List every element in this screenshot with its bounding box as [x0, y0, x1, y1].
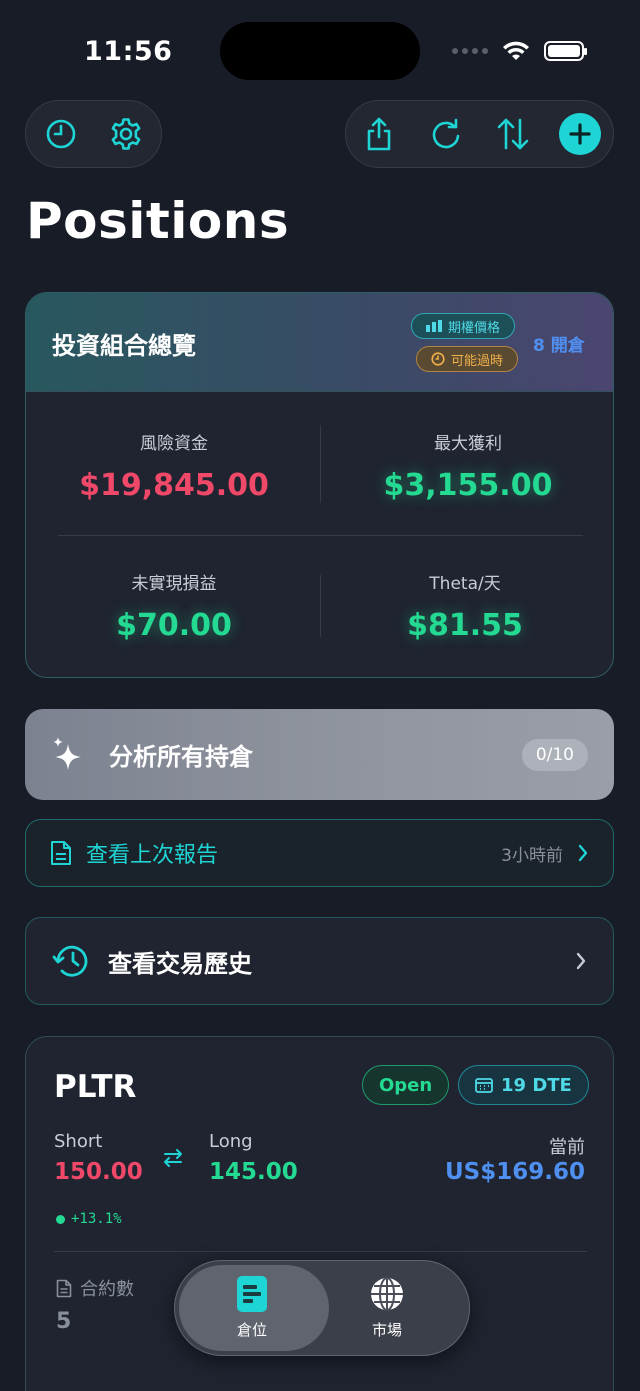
stats-row-divider — [58, 535, 583, 536]
capital-at-risk-stat: 風險資金 $19,845.00 — [44, 429, 304, 503]
gear-icon — [111, 118, 141, 150]
battery-icon — [544, 41, 587, 61]
wifi-icon — [503, 41, 529, 60]
price-change: +13.1% — [56, 1211, 122, 1227]
chevron-right-icon — [578, 844, 588, 862]
stale-clock-icon — [431, 352, 445, 366]
analyze-quota-badge: 0/10 — [521, 738, 588, 771]
add-position-button[interactable] — [559, 113, 601, 155]
short-strike-value: 150.00 — [54, 1159, 143, 1185]
refresh-icon — [432, 118, 460, 149]
theta-value: $81.55 — [407, 608, 523, 643]
document-icon — [51, 841, 71, 865]
history-clock-button[interactable] — [40, 113, 82, 155]
tab-positions[interactable]: 倉位 — [192, 1275, 312, 1340]
change-indicator-dot — [56, 1214, 65, 1224]
page-title: Positions — [26, 192, 290, 250]
dynamic-island — [220, 22, 420, 80]
cellular-signal-icon — [452, 48, 488, 54]
unrealized-pnl-stat: 未實現損益 $70.00 — [44, 569, 304, 643]
stat-label: Theta/天 — [429, 574, 501, 594]
contracts-label-text: 合約數 — [80, 1279, 134, 1300]
long-strike-value: 145.00 — [209, 1159, 298, 1185]
plus-icon — [569, 123, 591, 145]
view-trade-history-button[interactable]: 查看交易歷史 — [25, 917, 614, 1005]
share-icon — [367, 117, 391, 151]
history-icon — [52, 945, 88, 977]
globe-icon — [371, 1277, 403, 1311]
card-divider — [54, 1251, 587, 1252]
stat-label: 未實現損益 — [131, 574, 217, 594]
view-last-report-button[interactable]: 查看上次報告 3小時前 — [25, 819, 614, 887]
max-profit-stat: 最大獲利 $3,155.00 — [338, 429, 598, 503]
stale-warning-chip[interactable]: 可能過時 — [416, 346, 519, 372]
current-price-label: 當前 — [549, 1137, 585, 1158]
stat-label: 風險資金 — [140, 434, 208, 454]
stat-divider — [320, 425, 321, 503]
dte-badge: 19 DTE — [458, 1065, 589, 1105]
stat-label: 最大獲利 — [434, 434, 502, 454]
tab-bar: 倉位 市場 — [174, 1260, 470, 1356]
dte-label: 19 DTE — [501, 1074, 572, 1096]
unrealized-pnl-value: $70.00 — [116, 608, 232, 643]
document-icon — [56, 1279, 72, 1297]
history-label: 查看交易歷史 — [108, 949, 252, 978]
portfolio-overview-card: 投資組合總覽 期權價格 可能過時 8 開倉 風險資金 $19,845.00 最大… — [25, 292, 614, 678]
chevron-right-icon — [576, 952, 586, 970]
status-badge: Open — [362, 1065, 450, 1105]
theta-stat: Theta/天 $81.55 — [335, 569, 595, 643]
max-profit-value: $3,155.00 — [383, 468, 553, 503]
price-change-value: +13.1% — [71, 1211, 122, 1227]
settings-button[interactable] — [105, 113, 147, 155]
stat-divider — [320, 575, 321, 637]
option-price-chip[interactable]: 期權價格 — [411, 313, 516, 339]
swap-arrows-icon — [164, 1149, 182, 1167]
open-positions-count: 8 開倉 — [533, 336, 585, 356]
tab-market[interactable]: 市場 — [327, 1275, 447, 1340]
current-price-value: US$169.60 — [445, 1159, 585, 1185]
tab-label: 市場 — [371, 1321, 402, 1339]
capital-at-risk-value: $19,845.00 — [79, 468, 269, 503]
contracts-label: 合約數 — [56, 1275, 134, 1301]
analyze-label: 分析所有持倉 — [109, 743, 253, 771]
analyze-all-positions-button[interactable]: 分析所有持倉 0/10 — [25, 709, 614, 800]
short-leg-label: Short — [54, 1131, 103, 1152]
share-button[interactable] — [358, 113, 400, 155]
stale-warning-label: 可能過時 — [451, 353, 504, 369]
option-price-label: 期權價格 — [448, 320, 501, 336]
overview-title: 投資組合總覽 — [52, 332, 196, 360]
status-bar: 11:56 — [0, 0, 640, 100]
status-indicators — [452, 40, 587, 62]
toolbar-right — [345, 100, 614, 168]
bar-chart-icon — [426, 320, 442, 332]
report-timestamp: 3小時前 — [501, 845, 563, 866]
status-time: 11:56 — [84, 36, 173, 67]
sparkles-icon — [53, 736, 81, 770]
calendar-icon — [475, 1078, 493, 1093]
position-ticker: PLTR — [54, 1069, 137, 1105]
clock-icon — [46, 119, 76, 149]
tab-label: 倉位 — [236, 1321, 267, 1339]
contracts-value: 5 — [56, 1309, 72, 1334]
long-leg-label: Long — [209, 1131, 253, 1152]
sort-button[interactable] — [492, 113, 534, 155]
refresh-button[interactable] — [425, 113, 467, 155]
positions-icon — [237, 1276, 267, 1312]
toolbar-left — [25, 100, 162, 168]
sort-arrows-icon — [497, 118, 529, 150]
report-label: 查看上次報告 — [86, 843, 219, 868]
overview-header: 投資組合總覽 期權價格 可能過時 8 開倉 — [26, 293, 613, 392]
